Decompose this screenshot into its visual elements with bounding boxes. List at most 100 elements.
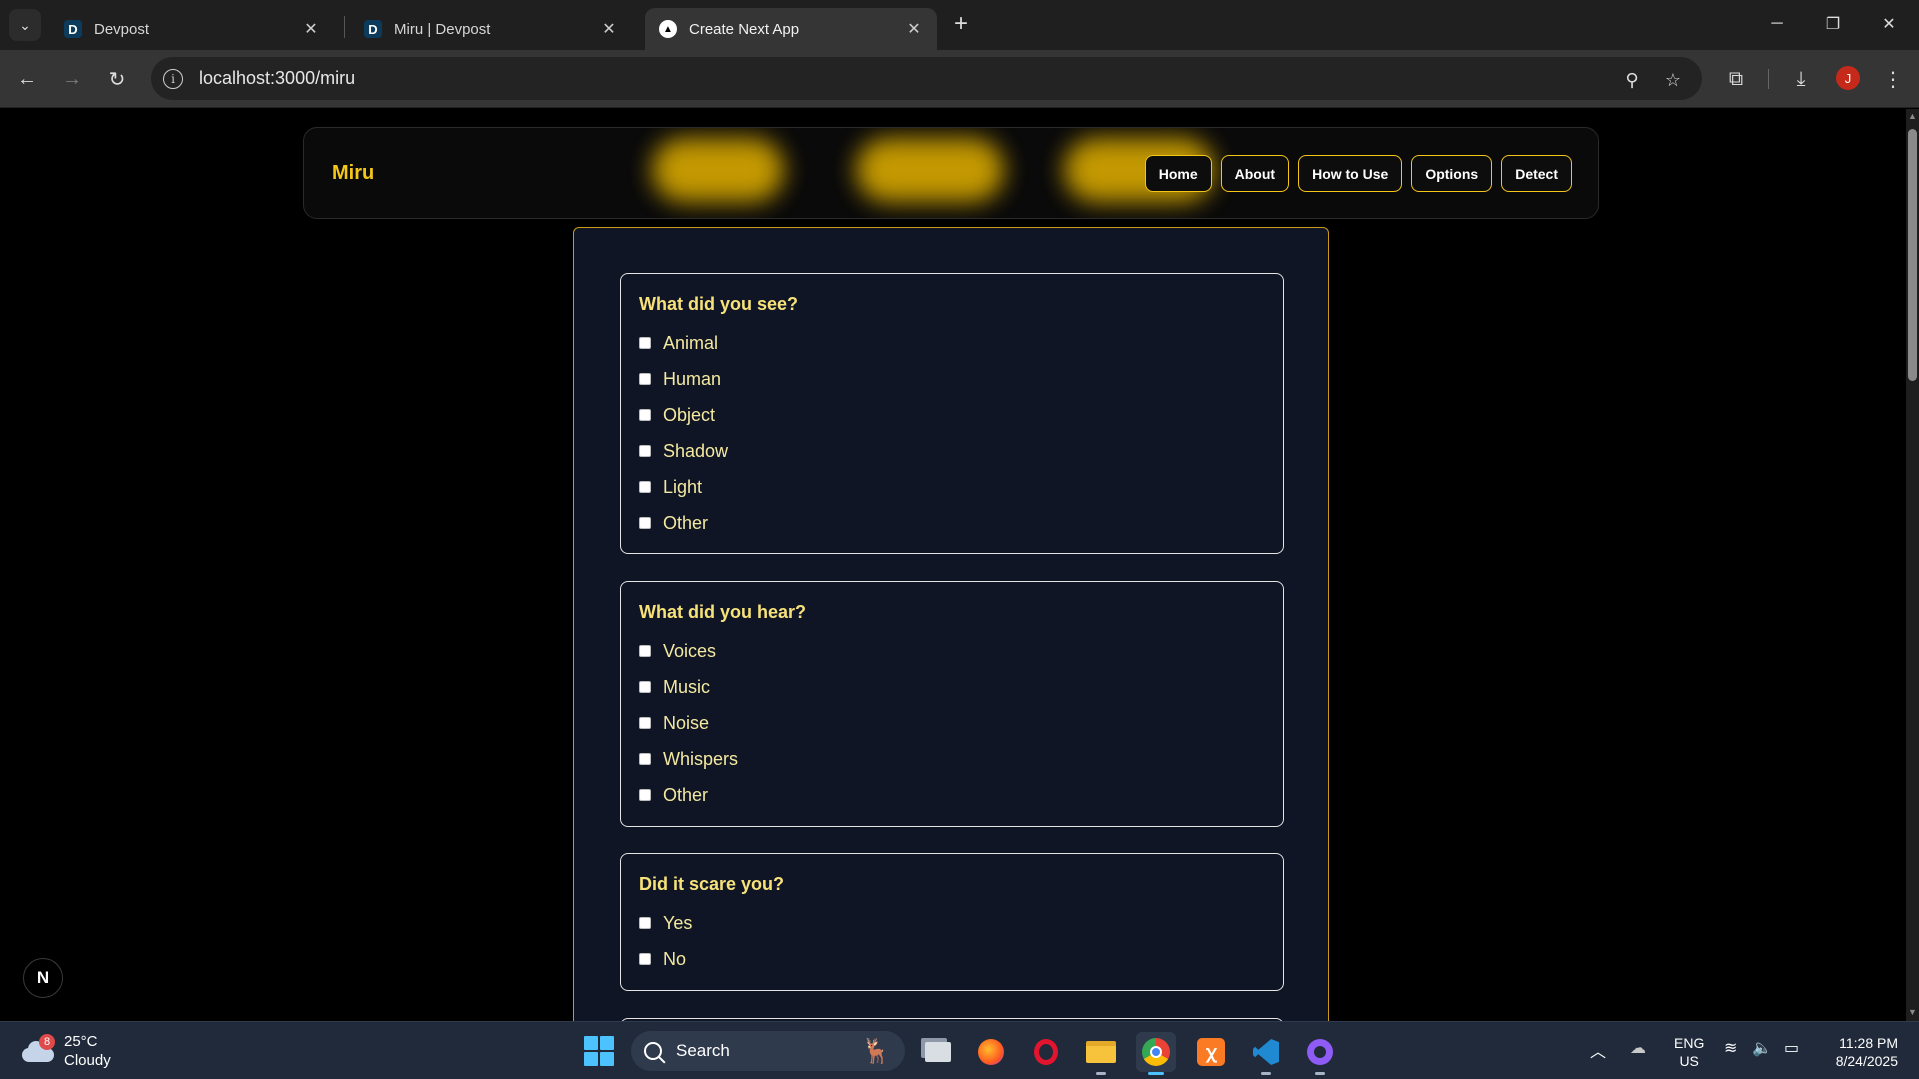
option-light[interactable]: Light xyxy=(639,469,1265,505)
option-shadow[interactable]: Shadow xyxy=(639,433,1265,469)
checkbox[interactable] xyxy=(639,409,651,421)
tab-create-next-app[interactable]: ▲ Create Next App ✕ xyxy=(645,8,937,50)
option-music[interactable]: Music xyxy=(639,669,1265,705)
wifi-icon[interactable]: ≋ xyxy=(1724,1038,1737,1058)
site-info-icon[interactable]: i xyxy=(163,68,183,89)
opera-icon[interactable] xyxy=(1026,1032,1066,1072)
vscode-icon[interactable] xyxy=(1246,1032,1286,1075)
option-object[interactable]: Object xyxy=(639,397,1265,433)
option-human[interactable]: Human xyxy=(639,361,1265,397)
volume-icon[interactable]: 🔈 xyxy=(1752,1038,1772,1058)
option-label: Whispers xyxy=(663,748,739,769)
restore-icon[interactable]: ❐ xyxy=(1810,8,1856,40)
tab-strip: ⌄ D Devpost ✕ D Miru | Devpost ✕ ▲ Creat… xyxy=(0,0,1919,50)
checkbox[interactable] xyxy=(639,645,651,657)
checkbox[interactable] xyxy=(639,337,651,349)
nav-home-button[interactable]: Home xyxy=(1144,155,1212,192)
option-label: Animal xyxy=(663,332,719,353)
chrome-icon[interactable] xyxy=(1136,1032,1176,1075)
option-other[interactable]: Other xyxy=(639,505,1265,541)
search-icon xyxy=(644,1042,662,1060)
windows-start-icon[interactable] xyxy=(584,1036,614,1066)
checkbox[interactable] xyxy=(639,681,651,693)
option-noise[interactable]: Noise xyxy=(639,705,1265,741)
checkbox[interactable] xyxy=(639,789,651,801)
option-label: Other xyxy=(663,512,709,533)
toolbar-divider xyxy=(1768,69,1769,89)
profile-avatar[interactable]: J xyxy=(1836,66,1860,90)
option-voices[interactable]: Voices xyxy=(639,633,1265,669)
close-tab-icon[interactable]: ✕ xyxy=(600,19,618,39)
forward-arrow-icon[interactable]: → xyxy=(55,62,89,96)
option-other[interactable]: Other xyxy=(639,777,1265,813)
onedrive-offline-icon[interactable]: ☁ xyxy=(1630,1038,1646,1058)
scroll-up-arrow-icon[interactable]: ▲ xyxy=(1908,111,1917,121)
extensions-puzzle-icon[interactable]: ⧉ xyxy=(1719,62,1753,96)
url-text[interactable]: localhost:3000/miru xyxy=(199,68,355,89)
checkbox[interactable] xyxy=(639,481,651,493)
page-scrollbar[interactable]: ▲ ▼ xyxy=(1906,109,1919,1021)
new-tab-plus-icon[interactable]: + xyxy=(947,10,975,38)
question-heading: What did you see? xyxy=(639,294,799,314)
option-label: No xyxy=(663,948,687,969)
weather-widget[interactable]: 8 25°C Cloudy xyxy=(20,1032,111,1070)
option-whispers[interactable]: Whispers xyxy=(639,741,1265,777)
question-section-hear: What did you hear? Voices Music Noise Wh… xyxy=(620,581,1284,827)
checkbox[interactable] xyxy=(639,445,651,457)
minimize-icon[interactable]: ─ xyxy=(1754,8,1800,40)
nav-detect-button[interactable]: Detect xyxy=(1501,155,1572,192)
question-section-see: What did you see? Animal Human Object Sh… xyxy=(620,273,1284,554)
site-brand[interactable]: Miru xyxy=(332,162,374,185)
checkbox[interactable] xyxy=(639,517,651,529)
nav-about-button[interactable]: About xyxy=(1220,155,1290,192)
checkbox[interactable] xyxy=(639,717,651,729)
zoom-icon[interactable]: ⚲ xyxy=(1619,67,1645,93)
browser-toolbar: ← → ↻ i localhost:3000/miru ⚲ ☆ ⧉ ⤓ ⋮ xyxy=(0,50,1919,108)
weather-badge: 8 xyxy=(39,1034,55,1050)
language-indicator[interactable]: ENG US xyxy=(1674,1034,1704,1070)
address-bar[interactable]: i localhost:3000/miru ⚲ ☆ xyxy=(151,57,1702,100)
deer-illustration-icon: 🦌 xyxy=(861,1038,891,1065)
windows-taskbar: 8 25°C Cloudy Search 🦌 ꭓ ︿ ☁ ENG US ≋ 🔈 … xyxy=(0,1021,1919,1079)
close-tab-icon[interactable]: ✕ xyxy=(905,19,923,39)
cloud-icon: 8 xyxy=(20,1034,56,1064)
checkbox[interactable] xyxy=(639,917,651,929)
firefox-icon[interactable] xyxy=(971,1032,1011,1072)
tab-devpost[interactable]: D Devpost ✕ xyxy=(50,8,334,50)
tab-search-chevron-icon[interactable]: ⌄ xyxy=(9,9,41,41)
system-clock[interactable]: 11:28 PM 8/24/2025 xyxy=(1816,1034,1898,1070)
close-tab-icon[interactable]: ✕ xyxy=(302,19,320,39)
scrollbar-thumb[interactable] xyxy=(1908,129,1917,381)
option-no[interactable]: No xyxy=(639,941,1265,977)
show-hidden-icons-chevron-icon[interactable]: ︿ xyxy=(1590,1038,1606,1062)
scroll-down-arrow-icon[interactable]: ▼ xyxy=(1908,1007,1917,1017)
option-label: Shadow xyxy=(663,440,729,461)
option-animal[interactable]: Animal xyxy=(639,325,1265,361)
checkbox[interactable] xyxy=(639,753,651,765)
close-window-icon[interactable]: ✕ xyxy=(1866,8,1912,40)
battery-icon[interactable]: ▭ xyxy=(1784,1038,1799,1058)
option-label: Music xyxy=(663,676,711,697)
nav-how-to-use-button[interactable]: How to Use xyxy=(1298,155,1403,192)
reload-icon[interactable]: ↻ xyxy=(100,62,134,96)
tab-title: Devpost xyxy=(94,20,150,38)
devpost-favicon-icon: D xyxy=(64,20,82,38)
devpost-favicon-icon: D xyxy=(364,20,382,38)
task-view-icon[interactable] xyxy=(918,1032,958,1072)
tab-miru-devpost[interactable]: D Miru | Devpost ✕ xyxy=(350,8,632,50)
back-arrow-icon[interactable]: ← xyxy=(10,62,44,96)
bookmark-star-icon[interactable]: ☆ xyxy=(1660,67,1686,93)
file-explorer-icon[interactable] xyxy=(1081,1032,1121,1075)
checkbox[interactable] xyxy=(639,953,651,965)
download-icon[interactable]: ⤓ xyxy=(1784,62,1818,96)
weather-condition: Cloudy xyxy=(64,1052,111,1069)
xampp-icon[interactable]: ꭓ xyxy=(1191,1032,1231,1072)
menu-kebab-icon[interactable]: ⋮ xyxy=(1876,62,1910,96)
nextjs-favicon-icon: ▲ xyxy=(659,20,677,38)
nextjs-dev-badge[interactable]: N xyxy=(23,958,63,998)
taskbar-search[interactable]: Search 🦌 xyxy=(631,1031,905,1071)
github-desktop-icon[interactable] xyxy=(1300,1032,1340,1075)
nav-options-button[interactable]: Options xyxy=(1411,155,1493,192)
checkbox[interactable] xyxy=(639,373,651,385)
option-yes[interactable]: Yes xyxy=(639,905,1265,941)
